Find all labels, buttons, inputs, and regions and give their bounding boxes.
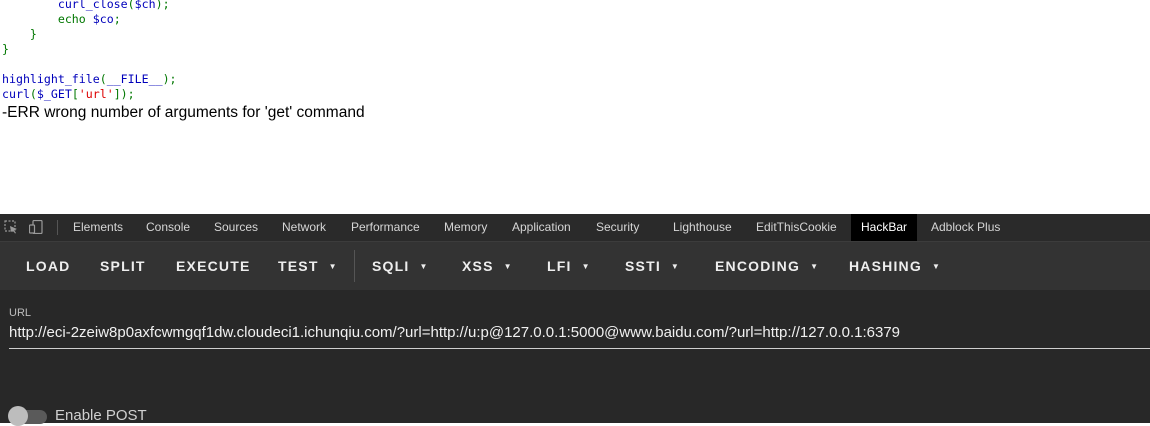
- xss-menu-button[interactable]: XSS ▼: [462, 242, 513, 290]
- button-label: XSS: [462, 258, 494, 274]
- inspect-element-icon[interactable]: [4, 220, 18, 234]
- devtools-panel: Elements Console Sources Network Performance…: [0, 214, 1150, 426]
- caret-down-icon: ▼: [581, 262, 591, 271]
- tab-editthiscookie[interactable]: EditThisCookie: [756, 214, 837, 241]
- code-token: curl: [2, 87, 30, 101]
- code-token: echo: [57, 12, 93, 26]
- tab-bar-divider: [57, 220, 58, 235]
- url-input[interactable]: http://eci-2zeiw8p0axfcwmgqf1dw.cloudeci…: [9, 324, 1150, 349]
- encoding-menu-button[interactable]: ENCODING ▼: [715, 242, 819, 290]
- code-line: curl($_GET['url']);: [2, 87, 135, 101]
- code-token: );: [162, 72, 177, 86]
- caret-down-icon: ▼: [328, 262, 338, 271]
- php-source-code: curl_close($ch); echo $co; } } highlight…: [2, 0, 177, 102]
- code-line: }: [2, 42, 9, 56]
- tab-sources[interactable]: Sources: [214, 214, 258, 241]
- hashing-menu-button[interactable]: HASHING ▼: [849, 242, 941, 290]
- code-line: highlight_file(__FILE__);: [2, 72, 177, 86]
- tab-application[interactable]: Application: [512, 214, 571, 241]
- page-content: curl_close($ch); echo $co; } } highlight…: [0, 0, 1150, 214]
- button-label: ENCODING: [715, 258, 801, 274]
- code-line: }: [2, 27, 37, 41]
- caret-down-icon: ▼: [810, 262, 820, 271]
- button-label: SQLI: [372, 258, 410, 274]
- hackbar-toolbar: LOAD SPLIT EXECUTE TEST ▼ SQLI ▼ XSS ▼ LFI ▼ SSTI ▼ E…: [0, 242, 1150, 290]
- load-button[interactable]: LOAD: [26, 242, 70, 290]
- button-label: SSTI: [625, 258, 661, 274]
- caret-down-icon: ▼: [419, 262, 429, 271]
- test-menu-button[interactable]: TEST ▼: [278, 242, 338, 290]
- code-token: $ch: [134, 0, 156, 11]
- tab-performance[interactable]: Performance: [351, 214, 420, 241]
- tab-console[interactable]: Console: [146, 214, 190, 241]
- code-token: __FILE__: [106, 72, 163, 86]
- button-label: LFI: [547, 258, 572, 274]
- tab-lighthouse[interactable]: Lighthouse: [673, 214, 732, 241]
- enable-post-toggle-knob[interactable]: [8, 406, 28, 426]
- button-label: TEST: [278, 258, 319, 274]
- url-label: URL: [9, 307, 32, 319]
- button-label: EXECUTE: [176, 258, 251, 274]
- code-token: );: [155, 0, 170, 11]
- tab-memory[interactable]: Memory: [444, 214, 487, 241]
- tab-security[interactable]: Security: [596, 214, 639, 241]
- caret-down-icon: ▼: [931, 262, 942, 271]
- code-token: }: [2, 27, 37, 41]
- tab-adblock-plus[interactable]: Adblock Plus: [931, 214, 1000, 241]
- devtools-tab-bar: Elements Console Sources Network Performance…: [0, 214, 1150, 242]
- tab-network[interactable]: Network: [282, 214, 326, 241]
- code-line: echo $co;: [2, 12, 121, 26]
- code-token: ;: [113, 12, 121, 26]
- enable-post-label: Enable POST: [55, 407, 147, 424]
- device-toolbar-icon[interactable]: [29, 220, 43, 234]
- split-button[interactable]: SPLIT: [100, 242, 146, 290]
- code-token: 'url': [78, 87, 114, 101]
- caret-down-icon: ▼: [670, 262, 681, 271]
- tab-hackbar[interactable]: HackBar: [851, 214, 918, 241]
- code-token: curl_close: [57, 0, 128, 11]
- button-label: SPLIT: [100, 258, 146, 274]
- code-token: (: [99, 72, 107, 86]
- button-label: HASHING: [849, 258, 922, 274]
- code-token: (: [127, 0, 135, 11]
- code-token: ]);: [113, 87, 135, 101]
- toolbar-divider: [354, 250, 355, 282]
- code-line: curl_close($ch);: [2, 0, 170, 11]
- ssti-menu-button[interactable]: SSTI ▼: [625, 242, 680, 290]
- command-output: -ERR wrong number of arguments for 'get'…: [2, 104, 365, 121]
- caret-down-icon: ▼: [503, 262, 513, 271]
- code-token: $co: [92, 12, 114, 26]
- code-token: [: [71, 87, 79, 101]
- code-token: }: [2, 42, 9, 56]
- execute-button[interactable]: EXECUTE: [176, 242, 251, 290]
- sqli-menu-button[interactable]: SQLI ▼: [372, 242, 429, 290]
- code-token: (: [29, 87, 37, 101]
- code-token: highlight_file: [2, 72, 100, 86]
- tab-elements[interactable]: Elements: [73, 214, 123, 241]
- lfi-menu-button[interactable]: LFI ▼: [547, 242, 591, 290]
- button-label: LOAD: [26, 258, 71, 274]
- code-token: $_GET: [36, 87, 72, 101]
